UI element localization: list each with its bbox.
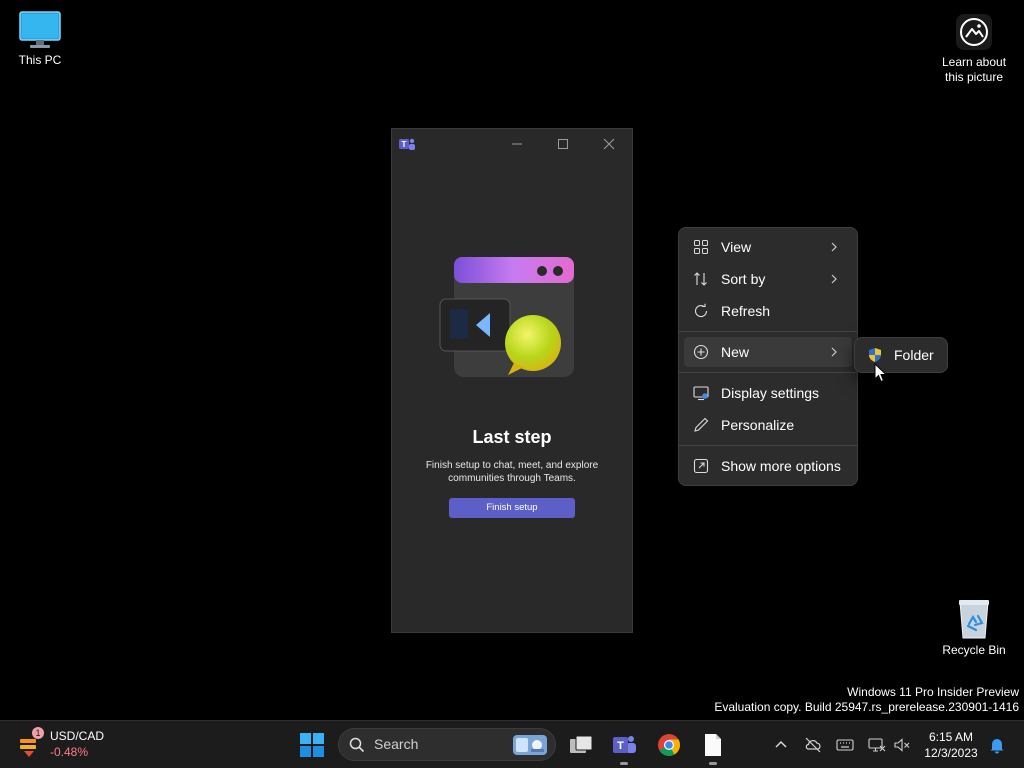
menu-item-label: Personalize <box>721 417 795 433</box>
new-submenu: Folder <box>854 337 948 373</box>
taskbar-file-button[interactable] <box>697 729 729 765</box>
menu-item-view[interactable]: View <box>684 232 852 262</box>
system-clock[interactable]: 6:15 AM 12/3/2023 <box>918 729 984 761</box>
watermark-line2: Evaluation copy. Build 25947.rs_prerelea… <box>714 700 1019 714</box>
refresh-icon <box>694 303 708 318</box>
running-indicator <box>620 762 628 765</box>
watermark-line1: Windows 11 Pro Insider Preview <box>847 685 1019 699</box>
widget-name: USD/CAD <box>50 729 105 743</box>
svg-text:T: T <box>402 140 407 149</box>
search-highlight-icon <box>513 735 547 755</box>
chevron-right-icon <box>831 347 837 357</box>
close-button[interactable] <box>597 135 621 153</box>
clock-date: 12/3/2023 <box>924 746 978 760</box>
display-icon <box>693 386 709 401</box>
chevron-right-icon <box>831 274 837 284</box>
menu-item-personalize[interactable]: Personalize <box>684 410 852 440</box>
keyboard-icon[interactable] <box>836 736 854 754</box>
minimize-button[interactable] <box>505 135 529 153</box>
taskbar-chrome-button[interactable] <box>653 729 685 761</box>
spotlight-camera-icon <box>956 14 992 50</box>
document-icon <box>705 734 721 756</box>
monitor-icon <box>19 11 61 48</box>
chrome-icon <box>658 734 680 756</box>
menu-item-label: Refresh <box>721 303 771 319</box>
network-icon[interactable] <box>868 736 886 754</box>
menu-item-label: Show more options <box>721 458 841 474</box>
recycle-bin-icon <box>959 600 989 639</box>
taskbar-teams-button[interactable]: T <box>608 729 640 765</box>
menu-item-label: Sort by <box>721 271 766 287</box>
chevron-up-icon[interactable] <box>772 736 790 754</box>
svg-text:T: T <box>617 740 624 752</box>
menu-item-refresh[interactable]: Refresh <box>684 296 852 326</box>
finish-setup-button[interactable]: Finish setup <box>449 498 575 518</box>
volume-muted-icon[interactable] <box>893 736 911 754</box>
teams-description: Finish setup to chat, meet, and explore … <box>425 460 599 484</box>
sort-icon <box>694 272 707 286</box>
shield-folder-icon <box>869 348 881 362</box>
notification-badge: 1 <box>32 727 44 739</box>
menu-item-label: View <box>721 239 752 255</box>
task-view-button[interactable] <box>565 729 597 761</box>
teams-heading: Last step <box>472 427 552 447</box>
currency-widget[interactable]: 1 USD/CAD -0.48% <box>18 727 128 763</box>
menu-separator <box>679 331 857 332</box>
running-indicator <box>709 762 717 765</box>
menu-item-show-more-options[interactable]: Show more options <box>684 451 852 481</box>
menu-item-label: New <box>721 344 750 360</box>
widget-change: -0.48% <box>50 745 89 759</box>
this-pc-label: This PC <box>18 53 62 67</box>
task-view-icon <box>570 735 593 753</box>
menu-item-sort-by[interactable]: Sort by <box>684 264 852 294</box>
clock-time: 6:15 AM <box>928 730 974 744</box>
learn-label-line1: Learn about <box>941 55 1007 69</box>
desktop-icon-recycle-bin[interactable]: Recycle Bin <box>934 598 1014 658</box>
submenu-item-label: Folder <box>894 347 934 363</box>
recycle-bin-label: Recycle Bin <box>942 643 1006 657</box>
menu-item-display-settings[interactable]: Display settings <box>684 378 852 408</box>
teams-window: T Last step Finish setup to chat, meet, … <box>391 128 633 633</box>
mouse-cursor-icon <box>874 363 888 383</box>
search-placeholder: Search <box>374 736 419 752</box>
menu-item-label: Display settings <box>721 385 820 401</box>
search-icon <box>349 737 365 753</box>
teams-logo-icon: T <box>399 138 415 150</box>
start-button[interactable] <box>296 729 328 761</box>
maximize-icon <box>558 139 568 149</box>
expand-icon <box>693 458 709 474</box>
minimize-icon <box>512 143 522 145</box>
desktop-icon-this-pc[interactable]: This PC <box>0 10 80 68</box>
pen-icon <box>694 417 709 432</box>
build-watermark: Windows 11 Pro Insider Preview Evaluatio… <box>714 685 1019 715</box>
notification-bell-icon[interactable] <box>988 736 1006 754</box>
menu-separator <box>679 372 857 373</box>
plus-circle-icon <box>693 344 709 360</box>
teams-icon: T <box>613 736 636 753</box>
taskbar: 1 USD/CAD -0.48% Search T 6:15 AM 12/3/2… <box>0 720 1024 768</box>
cloud-offline-icon[interactable] <box>804 736 822 754</box>
taskbar-search-box[interactable]: Search <box>338 728 556 761</box>
menu-separator <box>679 445 857 446</box>
learn-label-line2: this picture <box>944 70 1004 84</box>
chevron-right-icon <box>831 242 837 252</box>
grid-icon <box>694 240 708 254</box>
teams-titlebar[interactable]: T <box>392 129 632 159</box>
desktop-context-menu: View Sort by Refresh New Display setting… <box>678 227 858 486</box>
submenu-item-folder[interactable]: Folder <box>859 341 943 369</box>
maximize-button[interactable] <box>551 135 575 153</box>
close-icon <box>603 138 615 150</box>
desktop-icon-learn-about-picture[interactable]: Learn about this picture <box>934 12 1014 85</box>
menu-item-new[interactable]: New <box>684 337 852 367</box>
teams-setup-illustration <box>439 257 574 377</box>
windows-logo-icon <box>300 733 324 757</box>
